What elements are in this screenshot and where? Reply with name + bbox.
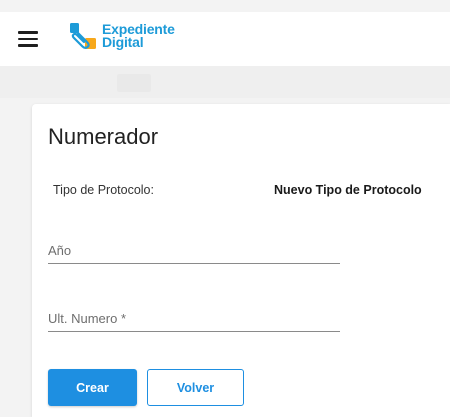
- page-title: Numerador: [48, 124, 159, 149]
- brand-line-2: Digital: [102, 34, 144, 50]
- anio-input[interactable]: [48, 238, 340, 264]
- subheader-bar: [0, 66, 450, 98]
- breadcrumb-chip: [117, 74, 151, 92]
- menu-bar: [18, 37, 38, 41]
- top-strip: [0, 0, 450, 12]
- protocol-type-label: Tipo de Protocolo:: [53, 183, 154, 197]
- create-button[interactable]: Crear: [48, 369, 137, 406]
- ult-numero-input[interactable]: [48, 306, 340, 332]
- hamburger-menu-icon[interactable]: [16, 27, 40, 51]
- clip-logo-icon: [70, 23, 96, 49]
- app-logo[interactable]: Expediente Digital: [68, 20, 175, 52]
- back-button[interactable]: Volver: [147, 369, 244, 406]
- menu-bar: [18, 31, 38, 34]
- app-header: Expediente Digital: [0, 12, 450, 66]
- brand-name: Expediente Digital: [102, 22, 175, 50]
- menu-bar: [18, 44, 38, 47]
- numerador-card: Numerador Tipo de Protocolo: Nuevo Tipo …: [32, 104, 450, 417]
- protocol-type-value: Nuevo Tipo de Protocolo: [274, 183, 422, 197]
